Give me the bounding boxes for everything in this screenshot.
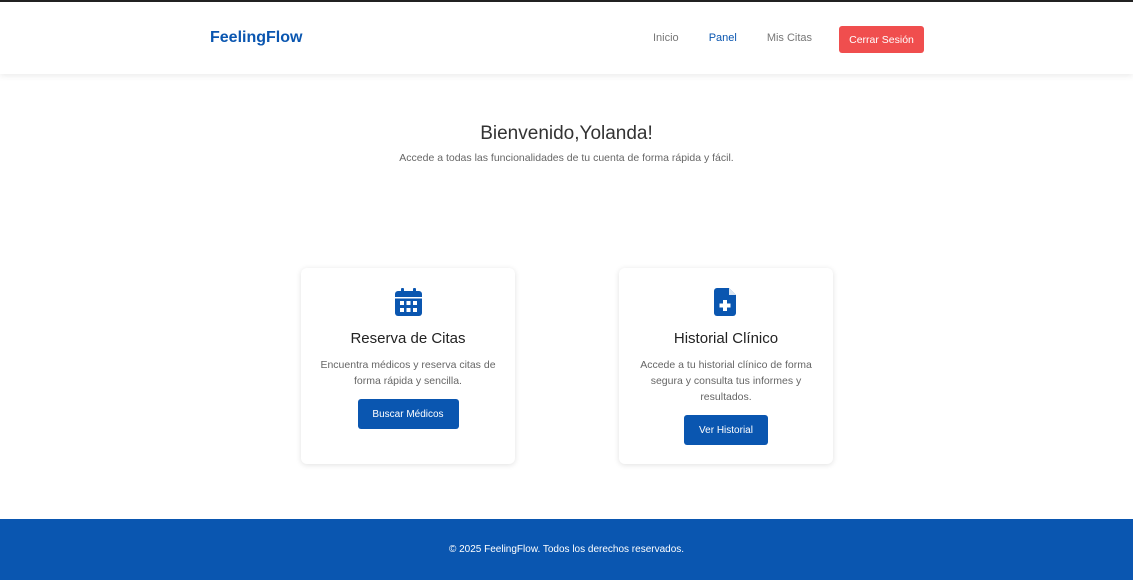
medical-history-card: Historial Clínico Accede a tu historial …	[619, 268, 833, 464]
nav-link-inicio[interactable]: Inicio	[653, 32, 679, 44]
footer-copyright: © 2025 FeelingFlow. Todos los derechos r…	[448, 544, 685, 555]
navbar: FeelingFlow Inicio Panel Mis Citas Cerra…	[0, 2, 1133, 74]
appointments-card: Reserva de Citas Encuentra médicos y res…	[301, 268, 515, 464]
view-history-button[interactable]: Ver Historial	[684, 415, 768, 445]
card-title: Historial Clínico	[673, 330, 779, 347]
nav-links: Inicio Panel Mis Citas	[653, 32, 842, 44]
brand-logo[interactable]: FeelingFlow	[210, 29, 302, 47]
nav-link-panel[interactable]: Panel	[709, 32, 737, 44]
card-description: Accede a tu historial clínico de forma s…	[640, 359, 812, 403]
card-title: Reserva de Citas	[350, 330, 466, 347]
card-description: Encuentra médicos y reserva citas de for…	[320, 359, 496, 387]
medical-file-icon	[713, 288, 736, 316]
search-doctors-button[interactable]: Buscar Médicos	[357, 399, 459, 429]
welcome-section: Bienvenido,Yolanda! Accede a todas las f…	[0, 123, 1133, 164]
welcome-title: Bienvenido,Yolanda!	[480, 123, 653, 144]
calendar-icon	[394, 288, 422, 316]
logout-button[interactable]: Cerrar Sesión	[839, 26, 924, 53]
footer: © 2025 FeelingFlow. Todos los derechos r…	[0, 519, 1133, 580]
nav-link-mis-citas[interactable]: Mis Citas	[767, 32, 812, 44]
welcome-subtitle: Accede a todas las funcionalidades de tu…	[399, 152, 734, 164]
